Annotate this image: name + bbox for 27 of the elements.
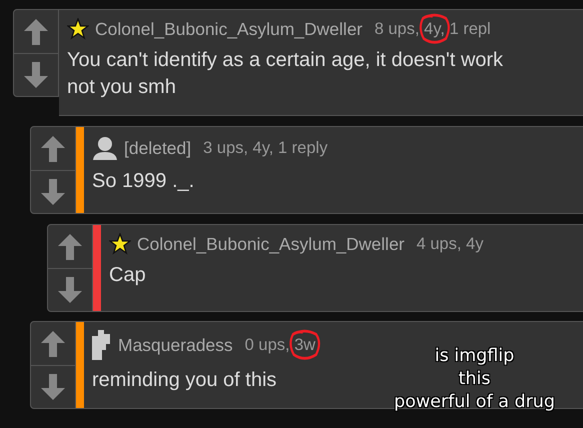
star-icon — [67, 18, 89, 40]
avatar-icon — [92, 330, 112, 360]
comment-meta: 4 ups, 4y — [416, 234, 484, 254]
comment-meta: 0 ups, 3w — [244, 336, 316, 354]
up-arrow-icon — [41, 330, 65, 356]
up-arrow-icon — [41, 136, 65, 162]
up-arrow-icon — [58, 234, 82, 260]
down-arrow-icon — [24, 62, 48, 88]
author-name[interactable]: Masqueradess — [118, 334, 233, 356]
down-arrow-icon — [41, 179, 65, 205]
author-name[interactable]: Colonel_Bubonic_Asylum_Dweller — [137, 234, 404, 254]
comment-text: Cap — [109, 263, 147, 288]
comment-text: You can't identify as a certain age, it doesn't work not you smh — [67, 48, 504, 100]
down-arrow-icon — [41, 374, 65, 400]
meme-caption: is imgflip this powerful of a drug — [393, 345, 556, 414]
up-arrow-icon — [24, 18, 48, 44]
highlight-scribble — [288, 328, 322, 360]
comment-text: reminding you of this — [92, 368, 278, 393]
comment-text: So 1999 ._. — [92, 169, 196, 194]
user-icon — [92, 135, 118, 161]
comment-meta: 8 ups, 4y, 1 repl — [374, 20, 491, 38]
comment-meta: 3 ups, 4y, 1 reply — [203, 138, 328, 158]
author-name[interactable]: Colonel_Bubonic_Asylum_Dweller — [95, 18, 362, 40]
star-icon — [109, 233, 131, 255]
down-arrow-icon — [58, 277, 82, 303]
author-name[interactable]: [deleted] — [124, 138, 192, 158]
highlight-scribble — [418, 12, 451, 44]
